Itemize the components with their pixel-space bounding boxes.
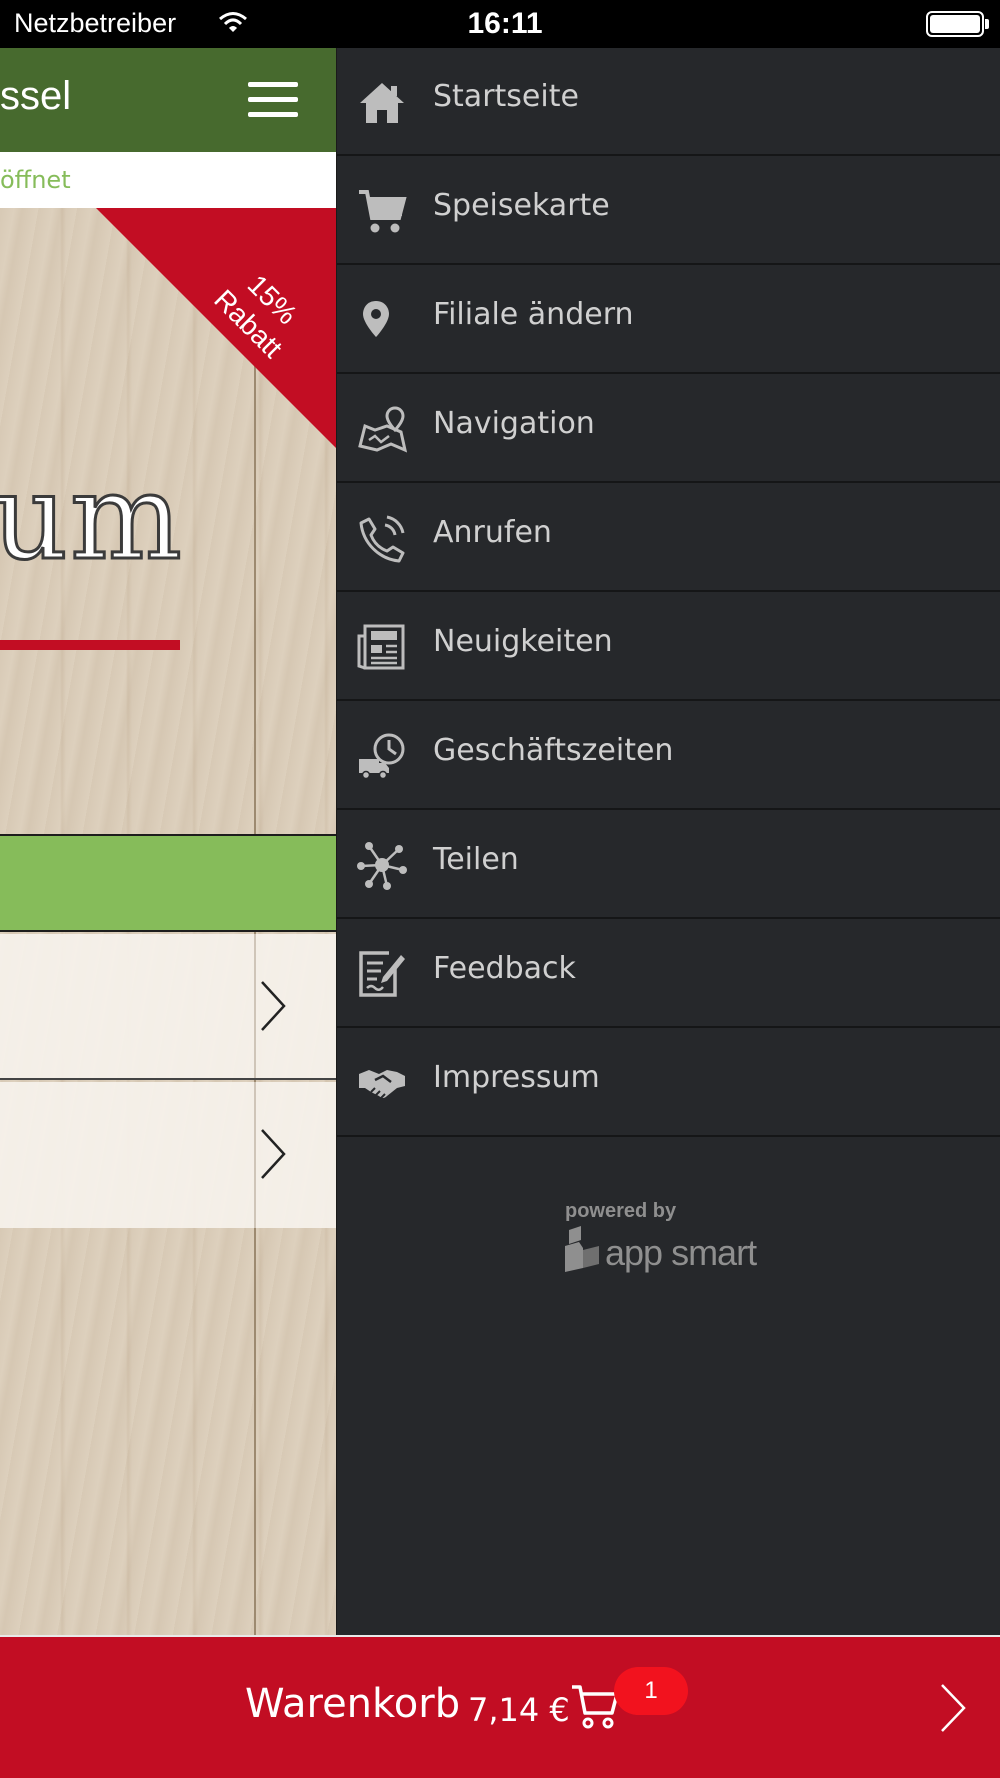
cart-bar[interactable]: Warenkorb 7,14 € 1 xyxy=(0,1635,1000,1778)
menu-label: Feedback xyxy=(433,951,576,986)
open-status: öffnet xyxy=(0,152,336,208)
menu-item-geschaeftszeiten[interactable]: Geschäftszeiten xyxy=(337,702,1000,810)
cart-count-badge: 1 xyxy=(614,1667,688,1715)
menu-label: Neuigkeiten xyxy=(433,624,613,659)
map-icon xyxy=(358,406,407,453)
list-item[interactable] xyxy=(0,934,336,1080)
side-drawer: Startseite Speisekarte Filiale ändern Na… xyxy=(336,48,1000,1635)
handshake-icon xyxy=(359,1070,405,1099)
menu-item-navigation[interactable]: Navigation xyxy=(337,375,1000,483)
list-item[interactable] xyxy=(0,1082,336,1228)
menu-item-anrufen[interactable]: Anrufen xyxy=(337,484,1000,592)
menu-item-filiale[interactable]: Filiale ändern xyxy=(337,266,1000,374)
newspaper-icon xyxy=(357,624,405,670)
share-icon xyxy=(357,842,407,890)
menu-label: Geschäftszeiten xyxy=(433,733,674,768)
green-banner[interactable] xyxy=(0,834,336,932)
battery-tip xyxy=(985,19,989,29)
menu-label: Anrufen xyxy=(433,515,552,550)
hamburger-menu-icon[interactable] xyxy=(248,82,298,118)
home-icon xyxy=(360,83,404,123)
menu-label: Speisekarte xyxy=(433,188,610,223)
appsmart-mark-icon xyxy=(565,1226,599,1272)
menu-label: Navigation xyxy=(433,406,595,441)
location-pin-icon xyxy=(363,301,389,337)
menu-item-impressum[interactable]: Impressum xyxy=(337,1029,1000,1137)
appsmart-logo: app smart xyxy=(565,1226,785,1282)
chevron-right-icon xyxy=(261,1129,286,1179)
chevron-right-icon[interactable] xyxy=(938,1681,968,1735)
restaurant-logo: um xyxy=(0,447,184,588)
feedback-icon xyxy=(359,951,405,997)
appsmart-brand: app smart xyxy=(605,1232,757,1273)
shopping-cart-icon xyxy=(572,1685,619,1729)
clock: 16:11 xyxy=(467,7,543,40)
menu-item-feedback[interactable]: Feedback xyxy=(337,920,1000,1028)
cart-icon xyxy=(359,190,407,233)
cart-total: 7,14 € xyxy=(468,1691,570,1729)
menu-item-startseite[interactable]: Startseite xyxy=(337,48,1000,156)
main-content: ssel öffnet 15% Rabatt um xyxy=(0,48,336,1635)
powered-by-badge: powered by app smart xyxy=(565,1200,805,1273)
app-title: ssel xyxy=(0,74,72,118)
menu-label: Teilen xyxy=(433,842,519,877)
menu-item-neuigkeiten[interactable]: Neuigkeiten xyxy=(337,593,1000,701)
battery-icon xyxy=(926,11,984,37)
logo-underline xyxy=(0,640,180,650)
cart-label: Warenkorb xyxy=(245,1681,461,1727)
menu-item-speisekarte[interactable]: Speisekarte xyxy=(337,157,1000,265)
powered-by-label: powered by xyxy=(565,1200,677,1222)
phone-icon xyxy=(359,515,405,563)
menu-label: Impressum xyxy=(433,1060,600,1095)
menu-item-teilen[interactable]: Teilen xyxy=(337,811,1000,919)
status-bar: Netzbetreiber 16:11 xyxy=(0,0,1000,48)
chevron-right-icon xyxy=(261,981,286,1031)
app-header: ssel xyxy=(0,48,336,152)
delivery-clock-icon xyxy=(359,733,405,780)
menu-label: Filiale ändern xyxy=(433,297,634,332)
menu-label: Startseite xyxy=(433,79,579,114)
